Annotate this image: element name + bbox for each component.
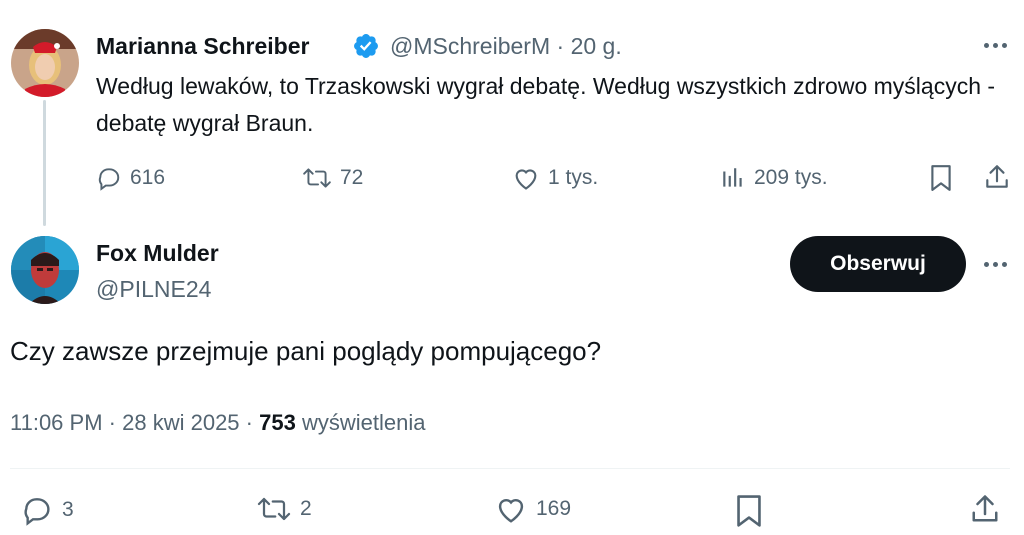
share-icon[interactable]: [984, 163, 1010, 196]
reply-tweet-text: Czy zawsze przejmuje pani poglądy pompuj…: [10, 336, 602, 366]
reply-date[interactable]: 28 kwi 2025: [122, 410, 239, 435]
meta-separator: ·: [245, 410, 253, 435]
bookmark-icon[interactable]: [734, 494, 764, 533]
reply-time[interactable]: 11:06 PM: [10, 410, 103, 435]
author-handle[interactable]: @MSchreiberM: [390, 33, 550, 59]
reply-views-count: 753: [259, 410, 296, 435]
reply-author-name[interactable]: Fox Mulder: [96, 240, 219, 267]
views-chart-icon: [723, 168, 742, 187]
divider: [10, 468, 1010, 469]
reply-retweet-count: 2: [300, 497, 312, 520]
share-icon[interactable]: [970, 492, 1000, 531]
views-button[interactable]: 209 tys.: [720, 165, 828, 191]
tweet-time[interactable]: 20 g.: [571, 33, 622, 59]
verified-badge-icon: [352, 32, 380, 65]
heart-icon: [498, 498, 524, 523]
avatar-fox-mulder[interactable]: [11, 236, 79, 304]
like-button[interactable]: 1 tys.: [512, 165, 598, 191]
reply-meta: 11:06 PM · 28 kwi 2025 · 753 wyświetleni…: [10, 410, 425, 436]
reply-like-button[interactable]: 169: [494, 494, 571, 524]
views-count: 209 tys.: [754, 166, 828, 189]
more-options-icon[interactable]: [984, 262, 1007, 267]
thread-connector-line: [43, 100, 46, 226]
bookmark-icon[interactable]: [928, 164, 954, 197]
reply-views-label: wyświetlenia: [301, 410, 426, 435]
avatar-marianna[interactable]: [11, 29, 79, 97]
author-handle-time: @MSchreiberM · 20 g.: [390, 33, 622, 60]
reply-icon: [98, 168, 120, 191]
retweet-count: 72: [340, 166, 364, 189]
follow-button[interactable]: Obserwuj: [790, 236, 966, 292]
more-options-icon[interactable]: [984, 43, 1007, 48]
retweet-button[interactable]: 72: [302, 165, 363, 191]
heart-icon: [515, 169, 537, 190]
reply-like-count: 169: [536, 497, 572, 520]
retweet-icon: [257, 497, 291, 521]
reply-icon: [24, 498, 50, 526]
meta-separator: ·: [556, 33, 565, 59]
author-name[interactable]: Marianna Schreiber: [96, 33, 309, 60]
tweet-text: Według lewaków, to Trzaskowski wygrał de…: [96, 73, 996, 136]
reply-reply-button[interactable]: 3: [20, 494, 74, 526]
reply-retweet-button[interactable]: 2: [256, 494, 312, 524]
like-count: 1 tys.: [548, 166, 599, 189]
meta-separator: ·: [108, 410, 116, 435]
reply-author-handle[interactable]: @PILNE24: [96, 276, 211, 303]
retweet-icon: [303, 168, 331, 188]
reply-reply-count: 3: [62, 498, 74, 521]
reply-button[interactable]: 616: [96, 165, 165, 191]
reply-count: 616: [130, 166, 166, 189]
